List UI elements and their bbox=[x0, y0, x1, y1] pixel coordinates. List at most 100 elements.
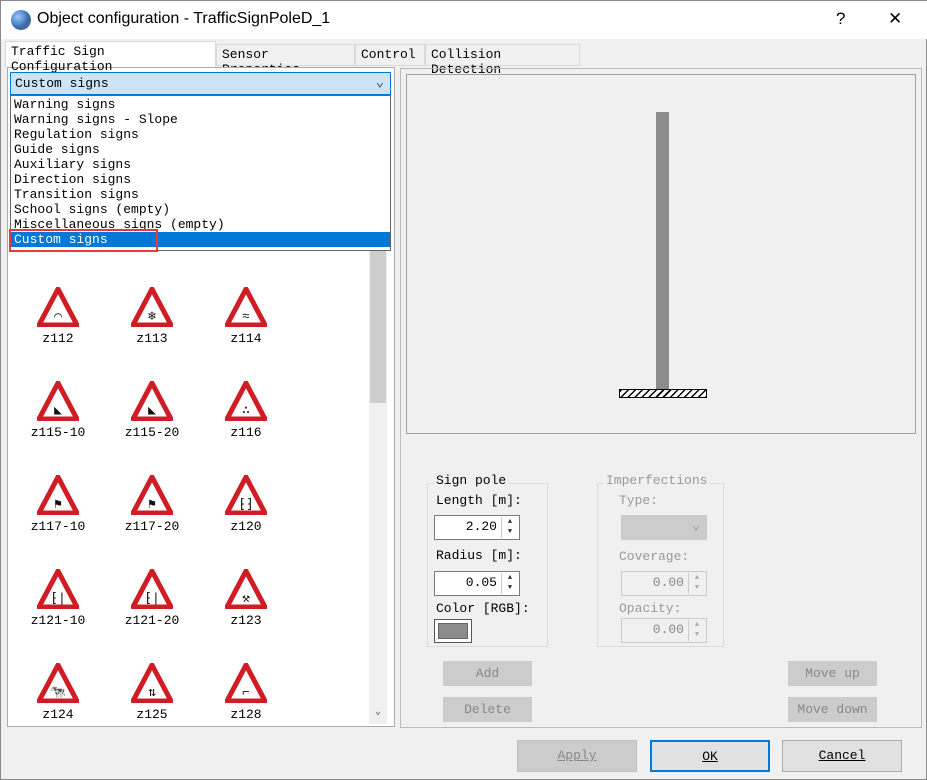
sign-item[interactable]: ⁅⁆ z120 bbox=[199, 475, 293, 534]
svg-text:⚑: ⚑ bbox=[54, 497, 62, 512]
opacity-stepper[interactable]: 0.00 ▲ ▼ bbox=[621, 618, 707, 643]
sign-item[interactable]: ⚒ z123 bbox=[199, 569, 293, 628]
spin-arrows-icon[interactable]: ▲ ▼ bbox=[501, 517, 518, 538]
warning-triangle-slippery-icon: ≈ bbox=[225, 287, 267, 327]
svg-text:⁅|: ⁅| bbox=[50, 591, 66, 606]
sign-item[interactable]: ⌐ z128 bbox=[199, 663, 293, 722]
color-label: Color [RGB]: bbox=[436, 601, 530, 616]
svg-text:🐄: 🐄 bbox=[50, 685, 66, 700]
close-button[interactable]: ✕ bbox=[888, 9, 902, 29]
warning-triangle-road-narrows-side-icon: ⁅| bbox=[131, 569, 173, 609]
option-warning-signs-slope[interactable]: Warning signs - Slope bbox=[11, 112, 390, 127]
spin-arrows-icon[interactable]: ▲ ▼ bbox=[501, 573, 518, 594]
length-label: Length [m]: bbox=[436, 493, 522, 508]
delete-button[interactable]: Delete bbox=[443, 697, 532, 722]
option-regulation-signs[interactable]: Regulation signs bbox=[11, 127, 390, 142]
svg-text:⁅⁆: ⁅⁆ bbox=[238, 497, 254, 512]
tab-collision-detection[interactable]: Collision Detection bbox=[425, 44, 580, 77]
tab-control[interactable]: Control bbox=[355, 44, 425, 66]
option-school-signs[interactable]: School signs (empty) bbox=[11, 202, 390, 217]
sign-label: z115-10 bbox=[30, 425, 86, 440]
coverage-stepper[interactable]: 0.00 ▲ ▼ bbox=[621, 571, 707, 596]
warning-triangle-windsock-icon: ⚑ bbox=[131, 475, 173, 515]
category-dropdown-list: Warning signs Warning signs - Slope Regu… bbox=[10, 95, 391, 251]
opacity-label: Opacity: bbox=[619, 601, 682, 616]
warning-triangle-road-narrows-icon: ⁅⁆ bbox=[225, 475, 267, 515]
sign-item[interactable]: ❄ z113 bbox=[105, 287, 199, 346]
option-transition-signs[interactable]: Transition signs bbox=[11, 187, 390, 202]
sign-label: z115-20 bbox=[124, 425, 180, 440]
scrollbar-thumb[interactable] bbox=[370, 241, 386, 403]
svg-text:◣: ◣ bbox=[54, 403, 62, 418]
cancel-button[interactable]: Cancel bbox=[782, 740, 902, 772]
pole-base bbox=[619, 389, 707, 398]
help-button[interactable]: ? bbox=[836, 9, 845, 29]
sign-item[interactable]: ∴ z116 bbox=[199, 381, 293, 440]
svg-text:⌒: ⌒ bbox=[54, 309, 62, 324]
sign-item[interactable]: ⚑ z117-10 bbox=[11, 475, 105, 534]
imperfections-title: Imperfections bbox=[604, 473, 710, 488]
sign-item[interactable]: ◣ z115-10 bbox=[11, 381, 105, 440]
sign-item[interactable]: ⁅| z121-20 bbox=[105, 569, 199, 628]
svg-text:⚑: ⚑ bbox=[148, 497, 156, 512]
svg-text:◣: ◣ bbox=[148, 403, 156, 418]
pole-shaft bbox=[656, 112, 669, 390]
type-select[interactable]: ⌄ bbox=[621, 515, 707, 540]
length-value: 2.20 bbox=[465, 519, 497, 534]
sign-item[interactable]: ≈ z114 bbox=[199, 287, 293, 346]
svg-text:⁅|: ⁅| bbox=[144, 591, 160, 606]
app-globe-icon bbox=[11, 10, 31, 30]
option-auxiliary-signs[interactable]: Auxiliary signs bbox=[11, 157, 390, 172]
move-down-button[interactable]: Move down bbox=[788, 697, 877, 722]
svg-text:⚒: ⚒ bbox=[242, 591, 250, 606]
coverage-value: 0.00 bbox=[652, 575, 684, 590]
sign-item[interactable]: ⚑ z117-20 bbox=[105, 475, 199, 534]
sign-item[interactable]: ◣ z115-20 bbox=[105, 381, 199, 440]
type-label: Type: bbox=[619, 493, 659, 508]
category-selected: Custom signs bbox=[15, 76, 109, 91]
warning-triangle-road-narrows-side-icon: ⁅| bbox=[37, 569, 79, 609]
warning-triangle-cattle-icon: 🐄 bbox=[37, 663, 79, 703]
chevron-down-icon: ⌄ bbox=[692, 518, 700, 533]
coverage-label: Coverage: bbox=[619, 549, 690, 564]
sign-label: z116 bbox=[230, 425, 262, 440]
color-swatch-button[interactable] bbox=[434, 619, 472, 643]
window-title: Object configuration - TrafficSignPoleD_… bbox=[37, 10, 331, 27]
sign-item[interactable]: ⇅ z125 bbox=[105, 663, 199, 722]
sign-label: z117-20 bbox=[124, 519, 180, 534]
highlight-box bbox=[9, 229, 158, 252]
sign-label: z124 bbox=[42, 707, 74, 722]
sign-label: z113 bbox=[136, 331, 168, 346]
warning-triangle-snowflake-icon: ❄ bbox=[131, 287, 173, 327]
svg-text:∴: ∴ bbox=[242, 403, 250, 418]
ok-button[interactable]: OK bbox=[650, 740, 770, 772]
apply-button[interactable]: Apply bbox=[517, 740, 637, 772]
sign-item[interactable]: 🐄 z124 bbox=[11, 663, 105, 722]
sign-label: z114 bbox=[230, 331, 262, 346]
radius-stepper[interactable]: 0.05 ▲ ▼ bbox=[434, 571, 520, 596]
sign-label: z121-20 bbox=[124, 613, 180, 628]
length-stepper[interactable]: 2.20 ▲ ▼ bbox=[434, 515, 520, 540]
sign-item[interactable]: ⁅| z121-10 bbox=[11, 569, 105, 628]
scroll-down-chevron-icon[interactable]: ⌄ bbox=[369, 706, 387, 723]
option-direction-signs[interactable]: Direction signs bbox=[11, 172, 390, 187]
sign-label: z117-10 bbox=[30, 519, 86, 534]
svg-text:❄: ❄ bbox=[147, 309, 156, 324]
option-warning-signs[interactable]: Warning signs bbox=[11, 97, 390, 112]
move-up-button[interactable]: Move up bbox=[788, 661, 877, 686]
add-button[interactable]: Add bbox=[443, 661, 532, 686]
chevron-down-icon[interactable]: ⌄ bbox=[376, 74, 384, 91]
warning-triangle-windsock-icon: ⚑ bbox=[37, 475, 79, 515]
tab-traffic-sign-configuration[interactable]: Traffic Sign Configuration bbox=[5, 41, 216, 74]
radius-label: Radius [m]: bbox=[436, 548, 522, 563]
spin-arrows-icon[interactable]: ▲ ▼ bbox=[688, 620, 705, 641]
sign-label: z128 bbox=[230, 707, 262, 722]
sign-label: z125 bbox=[136, 707, 168, 722]
option-guide-signs[interactable]: Guide signs bbox=[11, 142, 390, 157]
category-select[interactable]: Custom signs ⌄ bbox=[10, 72, 391, 95]
sign-pole-title: Sign pole bbox=[434, 473, 509, 488]
tab-sensor-properties[interactable]: Sensor Properties bbox=[216, 44, 355, 77]
spin-arrows-icon[interactable]: ▲ ▼ bbox=[688, 573, 705, 594]
sign-item[interactable]: ⌒ z112 bbox=[11, 287, 105, 346]
warning-triangle-falling-rocks-icon: ◣ bbox=[37, 381, 79, 421]
